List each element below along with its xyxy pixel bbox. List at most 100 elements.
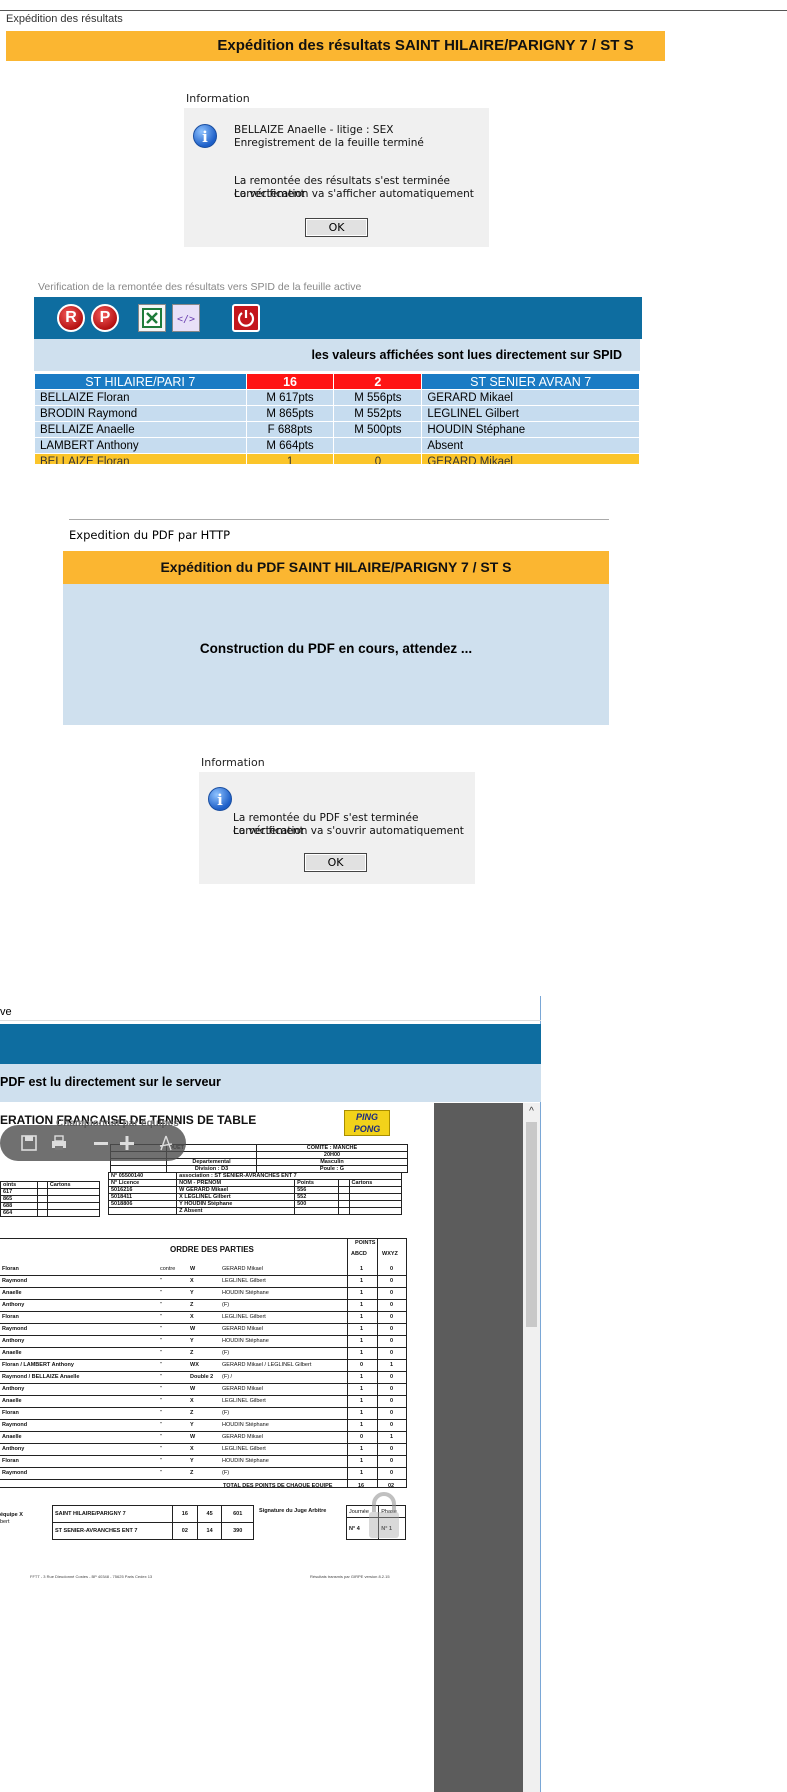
table-row[interactable]: BELLAIZE Anaelle F 688pts M 500pts HOUDI… — [34, 421, 640, 438]
player-left: BRODIN Raymond — [34, 405, 247, 422]
match-cell-p2: 0 — [390, 1338, 394, 1344]
table-row[interactable]: BRODIN Raymond M 865pts M 552pts LEGLINE… — [34, 405, 640, 422]
match-cell-b: GERARD Mikael / LEGLINEL Gilbert — [222, 1362, 312, 1368]
match-cell-p1: 1 — [360, 1422, 364, 1428]
match-cell-p2: 0 — [390, 1398, 394, 1404]
spid-message: les valeurs affichées sont lues directem… — [311, 348, 622, 362]
match-cell-a: Raymond — [2, 1326, 28, 1332]
match-cell-b: HOUDIN Stéphane — [222, 1338, 269, 1344]
match-cell-b: HOUDIN Stéphane — [222, 1458, 269, 1464]
match-cell-sep: " — [160, 1386, 162, 1392]
print-icon[interactable] — [50, 1134, 68, 1152]
match-cell-p1: 1 — [360, 1326, 364, 1332]
match-cell-l: Z — [190, 1410, 194, 1416]
player-right: LEGLINEL Gilbert — [421, 405, 640, 422]
ping-pong-logo: PING PONG — [344, 1110, 390, 1136]
match-cell-p2: 1 — [390, 1434, 394, 1440]
match-cell-l: W — [190, 1386, 196, 1392]
team-left: ST HILAIRE/PARI 7 — [34, 373, 247, 390]
match-row: Anthony " W GERARD Mikael 1 0 — [0, 1384, 407, 1396]
signature-label: Signature du Juge Arbitre — [259, 1508, 327, 1514]
match-row: Anthony " X LEGLINEL Gilbert 1 0 — [0, 1444, 407, 1456]
points-left: M 617pts — [245, 389, 335, 406]
match-row: Anaelle " Z (F) 1 0 — [0, 1348, 407, 1360]
total-visitor: 02 — [388, 1483, 395, 1489]
match-cell-l: Y — [190, 1290, 194, 1296]
pdf-progress-message: Construction du PDF en cours, attendez .… — [199, 641, 473, 656]
match-cell-l: Y — [190, 1338, 194, 1344]
match-cell-b: (F) — [222, 1410, 230, 1416]
match-cell-a: Anaelle — [2, 1434, 22, 1440]
scroll-up-arrow[interactable]: ^ — [523, 1103, 540, 1120]
ok-button[interactable]: OK — [305, 218, 368, 237]
p-button[interactable]: P — [91, 304, 119, 332]
match-cell-p1: 1 — [360, 1338, 364, 1344]
match-cell-sep: " — [160, 1278, 162, 1284]
match-cell-p1: 1 — [360, 1278, 364, 1284]
match-cell-a: Floran / LAMBERT Anthony — [2, 1362, 74, 1368]
match-row: Anthony " Y HOUDIN Stéphane 1 0 — [0, 1336, 407, 1348]
zoom-in-icon[interactable] — [118, 1134, 136, 1152]
player-left: LAMBERT Anthony — [34, 437, 247, 454]
match-row: Raymond " W GERARD Mikael 1 0 — [0, 1324, 407, 1336]
match-cell-a: Anthony — [2, 1302, 25, 1308]
zoom-out-icon[interactable] — [92, 1134, 110, 1152]
points-right: M 552pts — [333, 405, 423, 422]
info-icon: i — [208, 787, 232, 811]
match-cell-p2: 0 — [390, 1326, 394, 1332]
power-icon[interactable] — [232, 304, 260, 332]
match-cell-a: Anaelle — [2, 1350, 22, 1356]
match-cell-b: (F) — [222, 1470, 230, 1476]
match-cell-sep: " — [160, 1314, 162, 1320]
match-cell-p2: 0 — [390, 1470, 394, 1476]
points-sub-wxyz: WXYZ — [382, 1251, 398, 1257]
match-cell-p1: 1 — [360, 1374, 364, 1380]
match-cell-sep: " — [160, 1458, 162, 1464]
match-cell-p2: 0 — [390, 1410, 394, 1416]
match-cell-b: LEGLINEL Gilbert — [222, 1278, 266, 1284]
table-header: ST HILAIRE/PARI 7 16 2 ST SENIER AVRAN 7 — [34, 373, 640, 390]
match-cell-sep: " — [160, 1350, 162, 1356]
html-icon[interactable]: </> — [172, 304, 200, 332]
pdf-window-border — [69, 519, 609, 520]
table-row[interactable]: LAMBERT Anthony M 664pts Absent — [34, 437, 640, 454]
player-right: GERARD Mikael — [421, 453, 640, 464]
match-cell-sep: " — [160, 1338, 162, 1344]
match-cell-p2: 0 — [390, 1374, 394, 1380]
match-cell-b: (F) / — [222, 1374, 233, 1380]
points-sub-abcd: ABCD — [351, 1251, 367, 1257]
match-cell-l: X — [190, 1446, 194, 1452]
match-cell-p1: 1 — [360, 1386, 364, 1392]
match-cell-b: HOUDIN Stéphane — [222, 1290, 269, 1296]
acrobat-icon[interactable] — [157, 1134, 175, 1152]
logo-line-1: PING — [355, 1112, 378, 1122]
match-cell-sep: " — [160, 1422, 162, 1428]
footer-right: Résultats transmis par GIRPE version 8.2… — [310, 1574, 390, 1579]
match-cell-a: Raymond — [2, 1422, 28, 1428]
r-button[interactable]: R — [57, 304, 85, 332]
match-cell-l: Y — [190, 1422, 194, 1428]
save-icon[interactable] — [20, 1134, 38, 1152]
match-row: Raymond / BELLAIZE Anaelle " Double 2 (F) /… — [0, 1372, 407, 1384]
match-row: Floran " X LEGLINEL Gilbert 1 0 — [0, 1312, 407, 1324]
match-cell-l: Y — [190, 1458, 194, 1464]
viewer-toolbar — [0, 1024, 541, 1064]
points-right: M 500pts — [333, 421, 423, 438]
points-right — [333, 437, 423, 454]
match-cell-b: LEGLINEL Gilbert — [222, 1314, 266, 1320]
excel-icon[interactable] — [138, 304, 166, 332]
match-cell-b: (F) — [222, 1302, 230, 1308]
ok-button[interactable]: OK — [304, 853, 367, 872]
table-row[interactable]: BELLAIZE Floran M 617pts M 556pts GERARD… — [34, 389, 640, 406]
scroll-thumb[interactable] — [526, 1122, 537, 1327]
points-right: 0 — [333, 453, 423, 464]
match-cell-a: Anthony — [2, 1386, 25, 1392]
points-left: M 664pts — [245, 437, 335, 454]
match-cell-sep: " — [160, 1410, 162, 1416]
match-cell-p1: 1 — [360, 1266, 364, 1272]
dialog-line-2: La vérification va s'ouvrir automatiquem… — [233, 825, 464, 837]
match-cell-a: Floran — [2, 1458, 19, 1464]
lock-icon — [364, 1490, 404, 1540]
pdf-floating-toolbar — [0, 1125, 186, 1161]
table-row-selected[interactable]: BELLAIZE Floran 1 0 GERARD Mikael — [34, 453, 640, 464]
